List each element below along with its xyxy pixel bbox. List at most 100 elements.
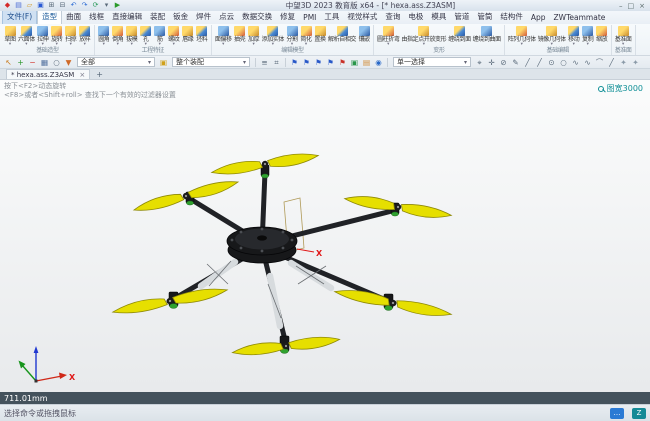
snap-arc-icon[interactable]: ⌒: [594, 57, 605, 68]
menu-tab-visual-style[interactable]: 视觉样式: [343, 11, 381, 24]
menu-tab-shape[interactable]: 造型: [37, 11, 62, 24]
snap-key-2-icon[interactable]: ✦: [630, 57, 641, 68]
menu-tab-structure[interactable]: 结构件: [496, 11, 527, 24]
menu-tab-sheet-metal[interactable]: 钣金: [169, 11, 192, 24]
undo-icon[interactable]: ↶: [69, 1, 78, 10]
center-hub[interactable]: [227, 227, 297, 263]
ribbon-divide-button[interactable]: 分割▾: [285, 25, 299, 47]
menu-tab-repair[interactable]: 修复: [276, 11, 299, 24]
ribbon-chamfer-button[interactable]: 倒角▾: [111, 25, 125, 47]
menu-tab-mold[interactable]: 模具: [427, 11, 450, 24]
menu-tab-electrode[interactable]: 电极: [404, 11, 427, 24]
ribbon-move-button[interactable]: 移动▾: [567, 25, 581, 47]
menu-tab-app[interactable]: App: [527, 12, 550, 24]
close-button[interactable]: ×: [639, 2, 645, 10]
app-logo-icon[interactable]: ◆: [3, 1, 12, 10]
list-filter-icon[interactable]: ≡: [259, 57, 270, 68]
constraint-filter-icon[interactable]: ⌗: [271, 57, 282, 68]
ribbon-copy-button[interactable]: 复制▾: [581, 25, 595, 47]
snap-all-icon[interactable]: ✛: [486, 57, 497, 68]
zw-cloud-icon[interactable]: Z: [632, 408, 646, 419]
snap-point-icon[interactable]: ⌖: [474, 57, 485, 68]
pick-circle-icon[interactable]: ○: [51, 57, 62, 68]
snap-disable-icon[interactable]: ⊘: [498, 57, 509, 68]
menu-tab-direct-edit[interactable]: 直接编辑: [108, 11, 146, 24]
plot-icon[interactable]: ⊟: [58, 1, 67, 10]
regen-icon[interactable]: ⟳: [91, 1, 100, 10]
folder-icon[interactable]: ▣: [349, 57, 360, 68]
ribbon-wrap-to-surface-button[interactable]: 缠绕到曲面: [472, 25, 502, 43]
pick-add-icon[interactable]: +: [15, 57, 26, 68]
doc-tab-close-icon[interactable]: ×: [79, 71, 85, 79]
redo-icon[interactable]: ↷: [80, 1, 89, 10]
ribbon-thicken-button[interactable]: 加厚▾: [247, 25, 261, 47]
open-icon[interactable]: ▱: [25, 1, 34, 10]
snap-curve-icon[interactable]: ∿: [570, 57, 581, 68]
message-icon[interactable]: …: [610, 408, 624, 419]
print-icon[interactable]: ⊞: [47, 1, 56, 10]
snap-line-icon[interactable]: ╱: [522, 57, 533, 68]
pin-2-icon[interactable]: ⚑: [301, 57, 312, 68]
ribbon-pattern-geometry-button[interactable]: 阵列几何体▾: [507, 25, 537, 47]
snap-sketch-icon[interactable]: ✎: [510, 57, 521, 68]
save-icon[interactable]: ▣: [36, 1, 45, 10]
menu-tab-wireframe[interactable]: 线框: [85, 11, 108, 24]
ribbon-stock-button[interactable]: 坯料: [195, 25, 209, 43]
menu-tab-piping[interactable]: 管道: [450, 11, 473, 24]
ribbon-sketch-button[interactable]: 草图▾: [3, 25, 17, 47]
ribbon-add-shape-button[interactable]: 添加实体▾: [261, 25, 285, 47]
ribbon-rib-button[interactable]: 筋▾: [153, 25, 167, 47]
snap-line-mid-icon[interactable]: ╱: [534, 57, 545, 68]
ribbon-resolve-self-intersection-button[interactable]: 解析自相交: [327, 25, 357, 43]
ribbon-shell-button[interactable]: 抽壳: [233, 25, 247, 43]
menu-tab-point-cloud[interactable]: 点云: [215, 11, 238, 24]
pin-1-icon[interactable]: ⚑: [289, 57, 300, 68]
web-icon[interactable]: ◉: [373, 57, 384, 68]
snap-center-icon[interactable]: ⊙: [546, 57, 557, 68]
image-icon[interactable]: ▤: [361, 57, 372, 68]
ribbon-draft-button[interactable]: 拔模▾: [125, 25, 139, 47]
ribbon-cylindrical-bend-button[interactable]: 圆柱折弯▾: [376, 25, 400, 47]
filter-scope-select[interactable]: 全部▾: [77, 57, 155, 67]
menu-tab-inquire[interactable]: 查询: [381, 11, 404, 24]
menu-tab-tubing[interactable]: 管筒: [473, 11, 496, 24]
menu-tab-assembly[interactable]: 装配: [146, 11, 169, 24]
ribbon-replace-button[interactable]: 置换: [313, 25, 327, 43]
pin-red-icon[interactable]: ⚑: [337, 57, 348, 68]
pin-4-icon[interactable]: ⚑: [325, 57, 336, 68]
start-icon[interactable]: ▶: [113, 1, 122, 10]
pick-window-icon[interactable]: ▦: [39, 57, 50, 68]
pin-3-icon[interactable]: ⚑: [313, 57, 324, 68]
ribbon-wrap-to-face-button[interactable]: 缠绕到面: [447, 25, 471, 43]
snap-circle-icon[interactable]: ○: [558, 57, 569, 68]
ribbon-sweep-button[interactable]: 扫掠▾: [64, 25, 78, 47]
ribbon-revolve-button[interactable]: 旋转▾: [50, 25, 64, 47]
maximize-button[interactable]: □: [628, 2, 635, 10]
ribbon-box-button[interactable]: 六面体▾: [17, 25, 36, 47]
snap-key-1-icon[interactable]: ✦: [618, 57, 629, 68]
menu-tab-tools[interactable]: 工具: [320, 11, 343, 24]
ribbon-face-offset-button[interactable]: 面偏移▾: [214, 25, 233, 47]
ribbon-hole-button[interactable]: 孔▾: [139, 25, 153, 47]
menu-tab-file[interactable]: 文件(F): [2, 11, 37, 24]
menu-tab-pmi[interactable]: PMI: [299, 12, 320, 24]
menu-tab-surface[interactable]: 曲面: [62, 11, 85, 24]
snap-curve-end-icon[interactable]: ∿: [582, 57, 593, 68]
view-triad[interactable]: X: [19, 346, 77, 383]
new-file-icon[interactable]: ▤: [14, 1, 23, 10]
document-tab[interactable]: * hexa.ass.Z3ASM ×: [6, 69, 90, 79]
menu-tab-weldment[interactable]: 焊件: [192, 11, 215, 24]
ribbon-mirror-geometry-button[interactable]: 镜像几何体▾: [537, 25, 567, 47]
ribbon-scale-button[interactable]: 缩放: [595, 25, 609, 43]
menu-tab-zwteammate[interactable]: ZWTeammate: [550, 12, 610, 24]
ribbon-loft-button[interactable]: 放样▾: [78, 25, 92, 47]
new-tab-button[interactable]: +: [93, 70, 106, 79]
ribbon-thread-button[interactable]: 螺纹▾: [167, 25, 181, 47]
hexacopter-model[interactable]: X X: [0, 80, 650, 392]
viewport-3d[interactable]: 按下<F2>动态旋转 <F8>或者<Shift+roll> 查找下一个有效的过滤…: [0, 80, 650, 392]
ribbon-inlay-button[interactable]: 镶嵌: [357, 25, 371, 43]
ribbon-simplify-button[interactable]: 简化▾: [299, 25, 313, 47]
ribbon-lip-button[interactable]: 唇缘: [181, 25, 195, 43]
selection-filter-icon[interactable]: ▼: [63, 57, 74, 68]
customize-icon[interactable]: ▾: [102, 1, 111, 10]
